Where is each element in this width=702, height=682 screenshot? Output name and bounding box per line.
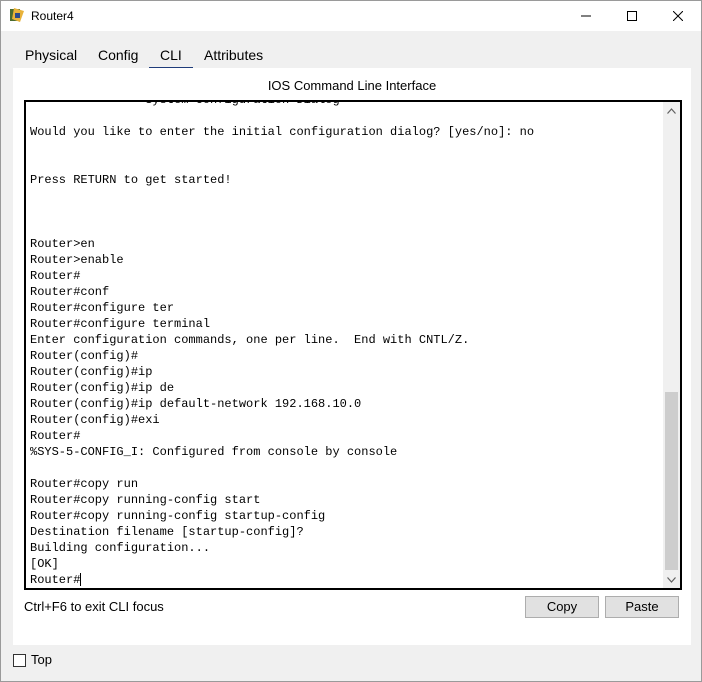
console-line: %SYS-5-CONFIG_I: Configured from console… — [30, 445, 398, 459]
tab-physical[interactable]: Physical — [25, 41, 77, 67]
console-line: Router#copy running-config startup-confi… — [30, 509, 326, 523]
console-line: Enter configuration commands, one per li… — [30, 333, 470, 347]
text-cursor — [80, 573, 82, 587]
minimize-button[interactable] — [563, 1, 609, 31]
chevron-down-icon — [667, 576, 676, 583]
console-line: Router#configure terminal — [30, 317, 211, 331]
maximize-button[interactable] — [609, 1, 655, 31]
console-line: Router#copy running-config start — [30, 493, 261, 507]
close-icon — [673, 11, 683, 21]
paste-button[interactable]: Paste — [605, 596, 679, 618]
console-line: Router>enable — [30, 253, 124, 267]
console-line: Router#configure ter — [30, 301, 175, 315]
console-line: Router(config)#ip default-network 192.16… — [30, 397, 362, 411]
close-button[interactable] — [655, 1, 701, 31]
console-line: [OK] — [30, 557, 59, 571]
cli-console[interactable]: System Configuration Dialog Would you li… — [24, 100, 682, 590]
console-line: Router#copy run — [30, 477, 139, 491]
console-line: Router# — [30, 429, 81, 443]
top-checkbox-label: Top — [31, 652, 52, 667]
console-line: Router(config)#ip de — [30, 381, 175, 395]
console-line: System Configuration Dialog — [30, 100, 340, 107]
console-scrollbar[interactable] — [663, 102, 680, 588]
console-line: Router(config)#exi — [30, 413, 160, 427]
title-bar: Router4 — [1, 1, 701, 31]
console-line: Router# — [30, 269, 81, 283]
window-title: Router4 — [31, 9, 74, 23]
cli-panel: IOS Command Line Interface System Config… — [13, 68, 691, 645]
console-line: Building configuration... — [30, 541, 211, 555]
top-checkbox[interactable] — [13, 654, 26, 667]
chevron-up-icon — [667, 107, 676, 114]
console-line: Router(config)# — [30, 349, 139, 363]
scroll-down-button[interactable] — [663, 571, 680, 588]
maximize-icon — [627, 11, 637, 21]
router-app-icon — [10, 8, 24, 22]
console-line: Router(config)#ip — [30, 365, 153, 379]
cli-focus-hint: Ctrl+F6 to exit CLI focus — [24, 599, 164, 614]
copy-button[interactable]: Copy — [525, 596, 599, 618]
console-line: Router# — [30, 573, 82, 587]
console-line: Router>en — [30, 237, 95, 251]
tab-attributes[interactable]: Attributes — [204, 41, 263, 67]
tab-config[interactable]: Config — [98, 41, 138, 67]
console-line: Press RETURN to get started! — [30, 173, 232, 187]
tab-cli[interactable]: CLI — [149, 41, 193, 70]
console-output[interactable]: System Configuration Dialog Would you li… — [30, 100, 660, 588]
minimize-icon — [581, 15, 591, 17]
console-line: Router#conf — [30, 285, 110, 299]
scroll-up-button[interactable] — [663, 102, 680, 119]
panel-title: IOS Command Line Interface — [267, 78, 437, 93]
console-line: Would you like to enter the initial conf… — [30, 125, 535, 139]
scroll-thumb[interactable] — [665, 392, 678, 570]
router4-window: Router4 Physical Config CLI Attributes I… — [0, 0, 702, 682]
console-line: Destination filename [startup-config]? — [30, 525, 304, 539]
